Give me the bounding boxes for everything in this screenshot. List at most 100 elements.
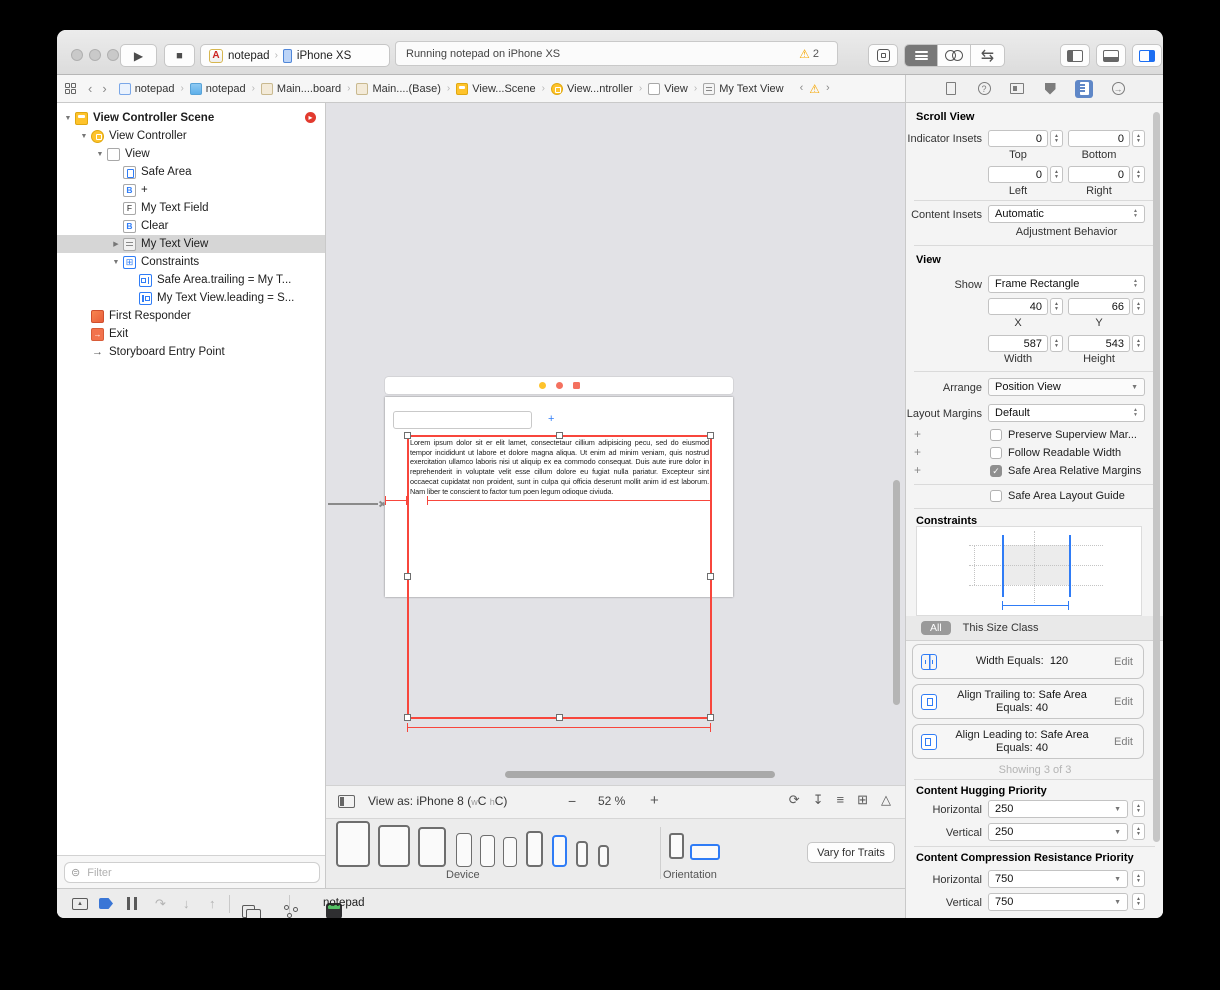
toggle-outline-icon[interactable]	[338, 795, 355, 808]
edit-constraint-button[interactable]: Edit	[1114, 656, 1133, 668]
toggle-inspector-button[interactable]	[1132, 44, 1162, 67]
identity-inspector-tab[interactable]	[1009, 81, 1025, 97]
add-variation-button[interactable]: +	[914, 463, 921, 477]
outline-row-constraint-leading[interactable]: My Text View.leading = S...	[57, 289, 325, 307]
error-badge-icon[interactable]: ▸	[305, 112, 316, 123]
layout-margins-popup[interactable]: Default ▲▼	[988, 404, 1145, 422]
y-stepper[interactable]: ▲▼	[1132, 298, 1145, 315]
view-as-label[interactable]: View as: iPhone 8 (wC hC)	[368, 794, 507, 808]
resize-handle[interactable]	[404, 573, 411, 580]
outline-row-exit[interactable]: → Exit	[57, 325, 325, 343]
size-inspector-tab[interactable]	[1075, 80, 1093, 98]
outline-row-scene[interactable]: ▼ View Controller Scene ▸	[57, 109, 325, 127]
related-items-icon[interactable]	[65, 83, 76, 94]
outline-row-my-text-view[interactable]: ▶ My Text View	[57, 235, 325, 253]
device-iphone-se[interactable]	[576, 841, 588, 867]
resize-handle[interactable]	[556, 432, 563, 439]
debug-memory-graph-icon[interactable]	[284, 905, 298, 918]
storyboard-canvas[interactable]: + Lorem ipsum dolor sit er elit lamet, c…	[326, 103, 905, 785]
height-stepper[interactable]: ▲▼	[1132, 335, 1145, 352]
device-iphone-xs-max[interactable]	[456, 833, 472, 867]
width-stepper[interactable]: ▲▼	[1050, 335, 1063, 352]
dock-exit-icon[interactable]	[573, 382, 580, 389]
vary-for-traits-button[interactable]: Vary for Traits	[807, 842, 895, 863]
width-constraint-bar[interactable]	[407, 723, 711, 732]
hugging-vertical-combo[interactable]: 250▼	[988, 823, 1128, 841]
resize-handle[interactable]	[707, 573, 714, 580]
outline-row-safe-area[interactable]: Safe Area	[57, 163, 325, 181]
orientation-portrait-button[interactable]	[669, 833, 684, 859]
library-button[interactable]	[868, 44, 898, 67]
version-editor-button[interactable]: ⇆	[971, 45, 1004, 66]
orientation-landscape-button[interactable]	[690, 844, 720, 860]
disclosure-open-icon[interactable]: ▼	[111, 259, 121, 266]
outline-row-constraint-trailing[interactable]: Safe Area.trailing = My T...	[57, 271, 325, 289]
constraint-card-leading[interactable]: Align Leading to: Safe Area Equals: 40 E…	[912, 724, 1144, 759]
inset-bottom-field[interactable]: 0	[1068, 130, 1130, 147]
canvas-text-field[interactable]	[393, 411, 532, 429]
breadcrumb-view-controller[interactable]: View...ntroller	[551, 83, 633, 95]
x-field[interactable]: 40	[988, 298, 1048, 315]
zoom-in-button[interactable]: +	[650, 792, 659, 809]
close-window-button[interactable]	[71, 49, 83, 61]
breadcrumb-folder[interactable]: notepad	[190, 83, 246, 95]
resize-handle[interactable]	[404, 714, 411, 721]
add-constraints-button[interactable]: ⊞	[857, 792, 868, 808]
scheme-app-name[interactable]: notepad	[228, 50, 270, 62]
compression-vertical-combo[interactable]: 750▼	[988, 893, 1128, 911]
running-app-name[interactable]: notepad	[323, 897, 365, 909]
outline-row-constraints[interactable]: ▼ ⊞ Constraints	[57, 253, 325, 271]
inspector-scrollbar[interactable]	[1153, 112, 1160, 842]
constraint-card-width[interactable]: Width Equals: 120 Edit	[912, 644, 1144, 679]
add-variation-button[interactable]: +	[914, 427, 921, 441]
y-field[interactable]: 66	[1068, 298, 1130, 315]
height-field[interactable]: 543	[1068, 335, 1130, 352]
constraints-diagram[interactable]	[916, 526, 1142, 616]
device-ipad-medium[interactable]	[378, 825, 410, 867]
hugging-vertical-stepper[interactable]: ▲▼	[1132, 823, 1145, 840]
segment-all[interactable]: All	[921, 621, 951, 635]
scheme-device-name[interactable]: iPhone XS	[297, 50, 351, 62]
issues-badge[interactable]: ⚠ 2	[799, 47, 819, 61]
breadcrumb-my-text-view[interactable]: My Text View	[703, 83, 783, 95]
canvas-text-view-text[interactable]: Lorem ipsum dolor sit er elit lamet, con…	[410, 438, 709, 496]
breakpoints-toggle-icon[interactable]	[99, 898, 113, 909]
constraint-card-trailing[interactable]: Align Trailing to: Safe Area Equals: 40 …	[912, 684, 1144, 719]
step-out-icon[interactable]: ↑	[209, 896, 216, 911]
inset-left-field[interactable]: 0	[988, 166, 1048, 183]
dock-first-responder-icon[interactable]	[556, 382, 563, 389]
assistant-editor-button[interactable]	[938, 45, 971, 66]
device-iphone-8-selected[interactable]	[552, 835, 567, 867]
issue-warning-icon[interactable]: ⚠	[809, 82, 820, 96]
inset-right-field[interactable]: 0	[1068, 166, 1130, 183]
disclosure-closed-icon[interactable]: ▶	[111, 240, 121, 248]
filter-field[interactable]: ⊜	[64, 862, 320, 883]
device-iphone-xs[interactable]	[503, 837, 517, 867]
outline-row-plus-button[interactable]: B +	[57, 181, 325, 199]
scheme-selector[interactable]: A notepad › iPhone XS	[200, 44, 390, 67]
run-button[interactable]: ▶	[120, 44, 157, 67]
inset-right-stepper[interactable]: ▲▼	[1132, 166, 1145, 183]
forward-button[interactable]: ›	[102, 82, 106, 95]
zoom-out-button[interactable]: −	[568, 793, 576, 809]
trailing-constraint-bar[interactable]	[427, 496, 711, 505]
step-over-icon[interactable]: ↷	[155, 896, 166, 912]
compression-horizontal-stepper[interactable]: ▲▼	[1132, 870, 1145, 887]
storyboard-entry-arrow[interactable]	[328, 499, 384, 508]
previous-issue-button[interactable]: ‹	[800, 83, 804, 94]
zoom-level[interactable]: 52 %	[598, 794, 625, 808]
edit-constraint-button[interactable]: Edit	[1114, 696, 1133, 708]
disclosure-open-icon[interactable]: ▼	[79, 133, 89, 140]
leading-constraint-bar[interactable]	[385, 496, 407, 505]
dock-view-controller-icon[interactable]	[539, 382, 546, 389]
stop-button[interactable]: ■	[164, 44, 195, 67]
inset-left-stepper[interactable]: ▲▼	[1050, 166, 1063, 183]
device-iphone-4s[interactable]	[598, 845, 609, 867]
resize-handle[interactable]	[404, 432, 411, 439]
inset-top-field[interactable]: 0	[988, 130, 1048, 147]
breadcrumb-storyboard-base[interactable]: Main....(Base)	[356, 83, 440, 95]
resize-handle[interactable]	[707, 432, 714, 439]
resize-handle[interactable]	[707, 714, 714, 721]
safe-area-relative-margins-checkbox[interactable]: ✓	[990, 465, 1002, 477]
resolve-autolayout-button[interactable]: △	[881, 792, 891, 808]
